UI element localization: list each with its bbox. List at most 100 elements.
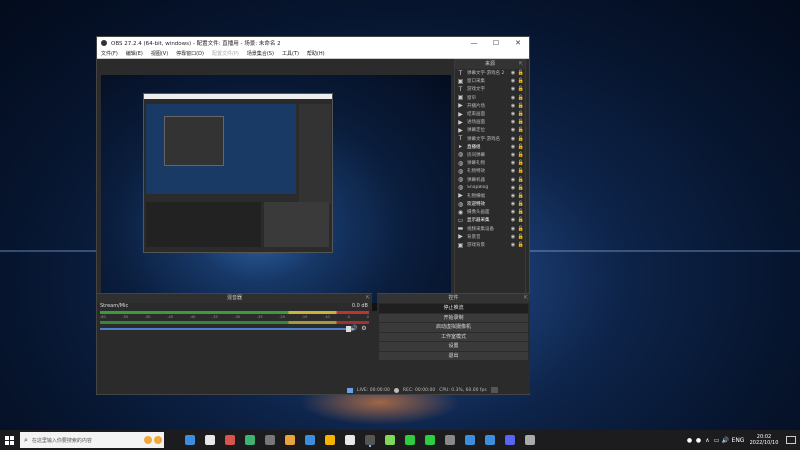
lock-icon[interactable]: 🔓 [517, 209, 525, 215]
menu-item[interactable]: 场景集合(S) [247, 50, 274, 57]
volume-slider[interactable] [100, 325, 351, 332]
lock-icon[interactable]: 🔓 [517, 201, 525, 207]
minimize-button[interactable]: — [463, 39, 485, 47]
title-bar[interactable]: OBS 27.2.4 (64-bit, windows) - 配置文件: 直播用… [97, 37, 529, 49]
lock-icon[interactable]: 🔓 [517, 136, 525, 142]
source-item[interactable]: ▸ 直播组 ◉ 🔓 [455, 143, 525, 151]
chevron-up-icon[interactable]: ∧ [703, 437, 712, 444]
close-button[interactable]: ✕ [507, 39, 529, 47]
taskbar-app-icon[interactable] [420, 430, 440, 450]
tray-app-icon[interactable]: ● [694, 437, 703, 444]
preview-canvas[interactable] [101, 75, 451, 311]
source-item[interactable]: T 弹幕文字-游戏名 ◉ 🔓 [455, 135, 525, 143]
taskbar-app-icon[interactable] [380, 430, 400, 450]
taskbar-app-icon[interactable] [260, 430, 280, 450]
eye-icon[interactable]: ◉ [509, 242, 517, 248]
control-button[interactable]: 开始录制 [379, 313, 528, 322]
lock-icon[interactable]: 🔓 [517, 177, 525, 183]
control-button[interactable]: 停止推流 [379, 304, 528, 313]
source-item[interactable]: ▭ 显示器采集 ◉ 🔓 [455, 216, 525, 224]
lock-icon[interactable]: 🔓 [517, 168, 525, 174]
source-item[interactable]: ▣ 窗口采集 ◉ 🔓 [455, 77, 525, 85]
eye-icon[interactable]: ◉ [509, 144, 517, 150]
eye-icon[interactable]: ◉ [509, 103, 517, 109]
taskbar-app-icon[interactable] [400, 430, 420, 450]
menu-item[interactable]: 帮助(H) [307, 50, 325, 57]
undock-icon[interactable]: ⇱ [519, 60, 523, 69]
taskbar-app-icon[interactable] [520, 430, 540, 450]
control-button[interactable]: 工作室模式 [379, 332, 528, 341]
taskbar-app-icon[interactable] [460, 430, 480, 450]
eye-icon[interactable]: ◉ [509, 201, 517, 207]
eye-icon[interactable]: ◉ [509, 234, 517, 240]
taskbar-app-icon[interactable] [220, 430, 240, 450]
control-button[interactable]: 退出 [379, 351, 528, 360]
undock-icon[interactable]: ⇱ [524, 294, 528, 303]
eye-icon[interactable]: ◉ [509, 209, 517, 215]
taskbar-app-icon[interactable] [360, 430, 380, 450]
source-item[interactable]: ▶ 背景音 ◉ 🔓 [455, 233, 525, 241]
source-item[interactable]: ◍ 欢迎特效 ◉ 🔓 [455, 200, 525, 208]
source-item[interactable]: ◉ 摄像头画面 ◉ 🔓 [455, 208, 525, 216]
source-item[interactable]: ◍ SnapBlog ◉ 🔓 [455, 184, 525, 192]
lock-icon[interactable]: 🔓 [517, 160, 525, 166]
source-item[interactable]: ▶ 弹幕定位 ◉ 🔓 [455, 126, 525, 134]
source-item[interactable]: ▶ 进场画面 ◉ 🔓 [455, 118, 525, 126]
menu-item[interactable]: 文件(F) [101, 50, 118, 57]
eye-icon[interactable]: ◉ [509, 119, 517, 125]
source-item[interactable]: ▣ 游戏背景 ◉ 🔓 [455, 241, 525, 249]
eye-icon[interactable]: ◉ [509, 70, 517, 76]
menu-item[interactable]: 视图(V) [151, 50, 168, 57]
taskbar-app-icon[interactable] [440, 430, 460, 450]
menu-item[interactable]: 停靠窗口(D) [176, 50, 204, 57]
lock-icon[interactable]: 🔓 [517, 103, 525, 109]
taskbar-app-icon[interactable] [180, 430, 200, 450]
menu-item[interactable]: 编辑(E) [126, 50, 143, 57]
source-item[interactable]: ▣ 窗帘 ◉ 🔓 [455, 94, 525, 102]
lock-icon[interactable]: 🔓 [517, 217, 525, 223]
lock-icon[interactable]: 🔓 [517, 144, 525, 150]
taskbar-app-icon[interactable] [480, 430, 500, 450]
menu-item[interactable]: 配置文件(P) [212, 50, 239, 57]
eye-icon[interactable]: ◉ [509, 127, 517, 133]
source-item[interactable]: ◍ 房间弹幕 ◉ 🔓 [455, 151, 525, 159]
eye-icon[interactable]: ◉ [509, 185, 517, 191]
lock-icon[interactable]: 🔓 [517, 152, 525, 158]
eye-icon[interactable]: ◉ [509, 177, 517, 183]
source-item[interactable]: ◍ 礼物特效 ◉ 🔓 [455, 167, 525, 175]
taskbar-search-input[interactable]: ⌕ 在这里输入你要搜索的内容 [20, 432, 164, 448]
gear-icon[interactable]: ⚙ [359, 325, 369, 332]
network-icon[interactable]: ▭ [712, 437, 721, 444]
windows-start-icon[interactable] [0, 430, 18, 450]
eye-icon[interactable]: ◉ [509, 160, 517, 166]
lock-icon[interactable]: 🔓 [517, 226, 525, 232]
eye-icon[interactable]: ◉ [509, 78, 517, 84]
lock-icon[interactable]: 🔓 [517, 127, 525, 133]
lock-icon[interactable]: 🔓 [517, 111, 525, 117]
source-item[interactable]: ▶ 结束画面 ◉ 🔓 [455, 110, 525, 118]
lock-icon[interactable]: 🔓 [517, 234, 525, 240]
lock-icon[interactable]: 🔓 [517, 193, 525, 199]
eye-icon[interactable]: ◉ [509, 95, 517, 101]
slider-handle[interactable] [346, 325, 351, 332]
tray-app-icon[interactable]: ● [685, 437, 694, 444]
lock-icon[interactable]: 🔓 [517, 86, 525, 92]
taskbar-app-icon[interactable] [320, 430, 340, 450]
lock-icon[interactable]: 🔓 [517, 70, 525, 76]
taskbar-app-icon[interactable] [500, 430, 520, 450]
source-item[interactable]: ◍ 弹幕机器 ◉ 🔓 [455, 175, 525, 183]
source-item[interactable]: ◍ 弹幕礼物 ◉ 🔓 [455, 159, 525, 167]
volume-icon[interactable]: 🔊 [721, 437, 730, 444]
eye-icon[interactable]: ◉ [509, 217, 517, 223]
menu-item[interactable]: 工具(T) [282, 50, 299, 57]
source-item[interactable]: T 游戏文字 ◉ 🔓 [455, 85, 525, 93]
lock-icon[interactable]: 🔓 [517, 119, 525, 125]
undock-icon[interactable]: ⇱ [366, 294, 370, 303]
eye-icon[interactable]: ◉ [509, 168, 517, 174]
maximize-button[interactable]: ☐ [485, 39, 507, 47]
notification-icon[interactable] [786, 436, 796, 444]
source-item[interactable]: T 弹幕文字-游戏名 2 ◉ 🔓 [455, 69, 525, 77]
taskbar-app-icon[interactable] [340, 430, 360, 450]
taskbar-app-icon[interactable] [300, 430, 320, 450]
source-item[interactable]: ▬ 视频采集设备 ◉ 🔓 [455, 225, 525, 233]
